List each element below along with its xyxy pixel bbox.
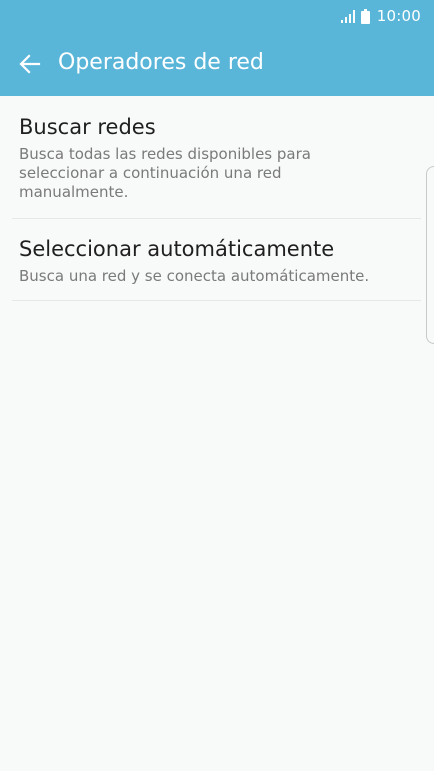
- status-icons: 10:00: [340, 5, 421, 27]
- content-area: Buscar redes Busca todas las redes dispo…: [0, 96, 434, 771]
- option-select-automatically[interactable]: Seleccionar automáticamente Busca una re…: [12, 218, 421, 301]
- arrow-left-icon: [19, 54, 41, 74]
- signal-icon: [340, 10, 355, 23]
- app-bar: Operadores de red: [0, 32, 434, 96]
- option-search-networks[interactable]: Buscar redes Busca todas las redes dispo…: [12, 96, 421, 219]
- option-title: Seleccionar automáticamente: [19, 237, 335, 261]
- back-button[interactable]: [10, 44, 50, 84]
- edge-panel-handle[interactable]: [426, 166, 434, 344]
- battery-icon: [360, 8, 370, 24]
- option-description: Busca una red y se conecta automáticamen…: [19, 267, 370, 285]
- status-bar: 10:00: [0, 0, 434, 32]
- option-title: Buscar redes: [19, 115, 156, 139]
- page-title: Operadores de red: [58, 50, 264, 75]
- option-description: Busca todas las redes disponibles para s…: [19, 145, 311, 201]
- clock-time: 10:00: [376, 7, 421, 25]
